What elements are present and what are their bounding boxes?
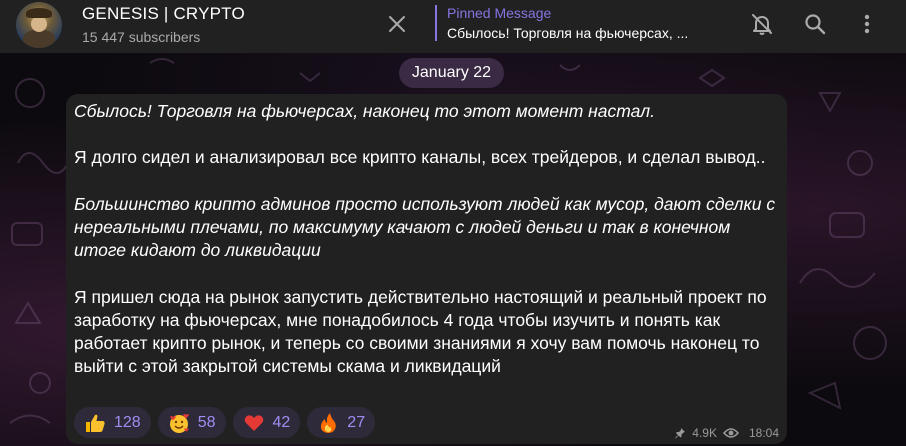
message-bubble[interactable]: Сбылось! Торговля на фьючерсах, наконец … [66, 94, 787, 444]
view-count: 4.9K [692, 426, 717, 440]
channel-info[interactable]: GENESIS | CRYPTO 15 447 subscribers [82, 4, 245, 45]
search-icon [805, 14, 826, 35]
pinned-text: Сбылось! Торговля на фьючерсах, ... [447, 25, 689, 41]
channel-title: GENESIS | CRYPTO [82, 4, 245, 23]
message-paragraph: Сбылось! Торговля на фьючерсах, наконец … [74, 101, 655, 121]
reaction-thumbs-up[interactable]: 128 [74, 407, 151, 438]
reaction-count: 27 [347, 413, 366, 431]
reaction-red-heart[interactable]: 42 [232, 407, 301, 438]
message-text: Сбылось! Торговля на фьючерсах, наконец … [74, 100, 784, 378]
close-pinned-button[interactable] [384, 11, 410, 37]
reactions-row: 128 58 42 27 [74, 407, 376, 438]
search-button[interactable] [801, 10, 829, 38]
message-meta: 4.9K 18:04 [674, 426, 779, 440]
mute-button[interactable] [748, 10, 776, 38]
message-paragraph: Я пришел сюда на рынок запустить действи… [74, 286, 767, 377]
bell-off-icon [752, 14, 772, 35]
pin-icon [675, 428, 686, 439]
thumbs-up-icon [84, 412, 106, 434]
reaction-count: 58 [197, 413, 216, 431]
pinned-message-bar[interactable]: Pinned Message Сбылось! Торговля на фьюч… [435, 5, 688, 41]
reaction-fire[interactable]: 27 [307, 407, 376, 438]
fire-icon [317, 412, 339, 434]
chat-header: GENESIS | CRYPTO 15 447 subscribers Pinn… [0, 0, 906, 53]
subscriber-count: 15 447 subscribers [82, 29, 201, 45]
smiling-face-with-hearts-icon [168, 412, 190, 434]
date-separator: January 22 [399, 58, 504, 88]
reaction-smiling-hearts[interactable]: 58 [157, 407, 226, 438]
message-paragraph: Большинство крипто админов просто исполь… [74, 193, 776, 261]
reaction-count: 42 [272, 413, 291, 431]
more-menu-button[interactable] [853, 10, 881, 38]
more-vertical-icon [864, 14, 870, 34]
channel-avatar[interactable] [16, 2, 62, 48]
message-paragraph: Я долго сидел и анализировал все крипто … [74, 147, 766, 168]
pinned-label: Pinned Message [447, 5, 552, 21]
red-heart-icon [243, 412, 265, 434]
message-time: 18:04 [748, 426, 779, 440]
eye-icon [722, 428, 739, 438]
reaction-count: 128 [114, 413, 141, 431]
close-icon [389, 16, 405, 32]
